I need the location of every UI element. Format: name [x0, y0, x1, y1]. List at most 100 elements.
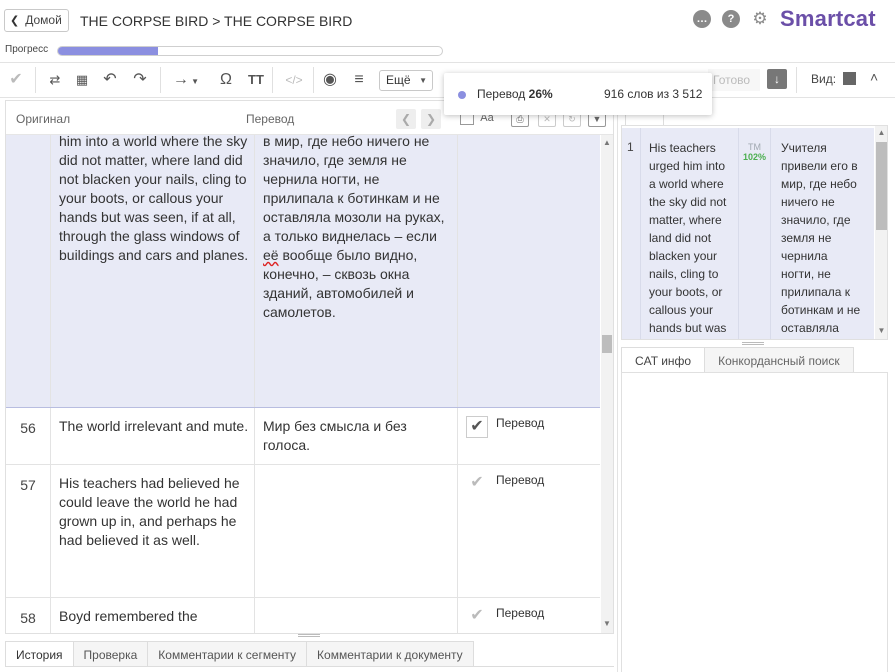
segment-source: Boyd remembered the [59, 608, 198, 624]
table-row[interactable]: 57 His teachers had believed he could le… [6, 465, 600, 598]
segment-status: Перевод [496, 416, 545, 430]
toolbar-divider [160, 67, 161, 93]
word-count: 916 слов из 3 512 [604, 87, 703, 101]
more-dropdown[interactable]: Ещё ▼ [379, 70, 433, 91]
unconfirmed-check-icon[interactable]: ✔ [466, 606, 488, 628]
scroll-up-icon[interactable]: ▲ [601, 138, 613, 147]
panel-divider[interactable] [617, 100, 618, 672]
chevron-left-icon: ❮ [10, 15, 20, 27]
tab-segment-comments[interactable]: Комментарии к сегменту [147, 641, 308, 667]
segment-source: The world irrelevant and mute. [59, 418, 249, 434]
progress-bar [57, 46, 443, 56]
breadcrumb[interactable]: THE CORPSE BIRD > THE CORPSE BIRD [80, 13, 352, 29]
table-row[interactable]: 58 Boyd remembered the ✔ Перевод [6, 598, 600, 633]
table-row[interactable]: 56 The world irrelevant and mute. Мир бе… [6, 408, 600, 465]
confirmed-check-icon[interactable]: ✔ [466, 416, 488, 438]
toolbar-divider [35, 67, 36, 93]
cat-info-panel [621, 372, 888, 672]
stage-label: Перевод [477, 87, 526, 101]
redo-icon[interactable]: ↷ [128, 69, 152, 91]
font-size-icon[interactable]: TT [244, 69, 268, 91]
tab-cat-info[interactable]: CAT инфо [621, 347, 706, 373]
spelling-flag[interactable]: её [263, 247, 279, 263]
help-icon[interactable]: ? [722, 10, 740, 28]
target-text-after: вообще было видно, конечно, – сквозь окн… [263, 247, 418, 320]
copy-source-icon[interactable]: ⇄ [43, 69, 67, 91]
segment-target[interactable]: Мир без смысла и без голоса. [263, 417, 453, 455]
cat-scrollbar[interactable]: ▲ ▼ [875, 126, 887, 339]
toolbar-divider [313, 67, 314, 93]
segment-target[interactable]: в мир, где небо ничего не значило, где з… [263, 132, 453, 322]
prev-segment-icon[interactable]: ❮ [396, 109, 416, 129]
tm-match-percent: 102% [742, 152, 767, 162]
scrollbar-thumb[interactable] [876, 142, 887, 230]
camera-icon[interactable]: ◉ [318, 69, 342, 91]
segment-source: His teachers had believed he could leave… [59, 475, 240, 548]
chat-icon[interactable]: … [693, 10, 711, 28]
segment-editor: Оригинал Перевод ❮ ❯ Aa ⎙ ✕ ↻ ▼ him into… [5, 100, 614, 634]
gear-icon[interactable]: ⚙ [751, 10, 769, 28]
collapse-up-icon[interactable]: ˄ [870, 69, 878, 85]
cat-match-number: 1 [627, 140, 634, 154]
confirm-icon[interactable]: ✔ [4, 69, 28, 91]
top-icons: … ? ⚙ [693, 10, 780, 28]
more-label: Ещё [386, 73, 411, 87]
tab-document-comments[interactable]: Комментарии к документу [306, 641, 474, 667]
cat-match-type: TM 102% [738, 128, 770, 339]
resize-handle[interactable] [742, 342, 764, 345]
segment-target-cell[interactable] [254, 598, 458, 633]
list-settings-icon[interactable]: ≡ [347, 69, 371, 91]
clear-icon[interactable]: ▦ [70, 69, 94, 91]
next-segment-icon[interactable]: ❯ [421, 109, 441, 129]
segment-source: him into a world where the sky did not m… [59, 133, 249, 263]
progress-tooltip: Перевод 26% 916 слов из 3 512 [444, 73, 712, 115]
stage-dot [458, 91, 466, 99]
smartcat-logo[interactable]: Smartcat [780, 6, 876, 32]
segment-target-cell[interactable] [254, 465, 458, 597]
segment-number [6, 135, 51, 407]
tabs-divider [5, 666, 614, 667]
table-row[interactable]: him into a world where the sky did not m… [6, 132, 600, 408]
segment-number: 58 [6, 598, 51, 633]
cat-match-source: His teachers urged him into a world wher… [640, 128, 738, 339]
column-source: Оригинал [16, 112, 71, 126]
segment-number: 57 [6, 465, 51, 597]
tab-history[interactable]: История [5, 641, 74, 667]
tab-qa[interactable]: Проверка [72, 641, 149, 667]
segment-number: 56 [6, 408, 51, 464]
done-button[interactable]: Готово [708, 69, 760, 91]
cat-match-row[interactable]: 1 His teachers urged him into a world wh… [622, 128, 874, 339]
bottom-tabs: История Проверка Комментарии к сегменту … [5, 641, 474, 667]
view-label: Вид: [811, 72, 837, 86]
unconfirmed-check-icon[interactable]: ✔ [466, 473, 488, 495]
scroll-down-icon[interactable]: ▼ [875, 326, 887, 335]
column-target: Перевод [246, 112, 295, 126]
special-char-icon[interactable]: Ω [214, 69, 238, 91]
scrollbar-thumb[interactable] [602, 335, 612, 353]
layout-grid-icon[interactable] [843, 72, 856, 85]
progress-fill [58, 47, 158, 55]
stage-info: Перевод 26% [477, 87, 553, 101]
chevron-down-icon: ▼ [419, 76, 427, 85]
toolbar-divider [272, 67, 273, 93]
toolbar-divider [796, 67, 797, 93]
home-label: Домой [25, 13, 62, 27]
cat-match-target: Учителя привели его в мир, где небо ниче… [770, 128, 874, 339]
segment-status: Перевод [496, 606, 545, 620]
tm-label: TM [748, 142, 761, 152]
tab-concordance[interactable]: Конкордансный поиск [704, 347, 854, 373]
code-tag-icon[interactable]: </> [282, 69, 306, 91]
right-tabs: CAT инфо Конкордансный поиск [621, 347, 854, 373]
home-button[interactable]: ❮ Домой [4, 9, 69, 32]
target-text-before: в мир, где небо ничего не значило, где з… [263, 133, 445, 244]
download-icon[interactable]: ↓ [767, 69, 787, 89]
segment-target-cell[interactable]: Мир без смысла и без голоса. [254, 408, 458, 464]
scroll-down-icon[interactable]: ▼ [601, 619, 613, 628]
top-bar: ❮ Домой THE CORPSE BIRD > THE CORPSE BIRD… [0, 0, 895, 42]
undo-icon[interactable]: ↶ [98, 69, 122, 91]
editor-scrollbar[interactable]: ▲ ▼ [601, 135, 613, 633]
resize-handle[interactable] [298, 634, 320, 637]
insert-tag-icon[interactable]: → ▼ [168, 69, 204, 91]
segment-target-cell[interactable]: в мир, где небо ничего не значило, где з… [254, 132, 458, 407]
scroll-up-icon[interactable]: ▲ [875, 128, 887, 137]
